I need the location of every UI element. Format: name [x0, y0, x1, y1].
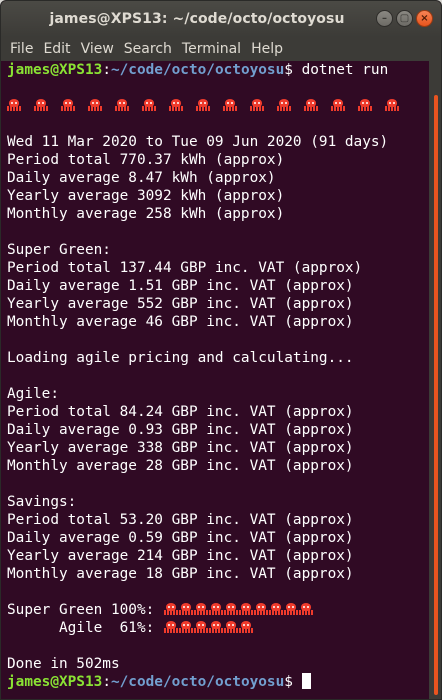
- octopus-icon: [269, 603, 283, 615]
- super-green-heading: Super Green:: [7, 242, 111, 258]
- prompt-line: james@XPS13:~/code/octo/octoyosu$: [1, 673, 429, 691]
- agile-line: Yearly average 338 GBP inc. VAT (approx): [7, 440, 354, 456]
- octopus-icon: [179, 621, 193, 633]
- prompt-symbol: $: [284, 62, 293, 78]
- scrollbar[interactable]: [429, 61, 441, 699]
- octopus-icon: [304, 99, 318, 111]
- octopus-icon: [209, 603, 223, 615]
- octopus-icon: [239, 603, 253, 615]
- super-green-line: Monthly average 46 GBP inc. VAT (approx): [7, 314, 354, 330]
- octopus-icon: [164, 603, 178, 615]
- comparison-super-green: Super Green 100%:: [1, 601, 429, 619]
- octopus-icon: [385, 99, 399, 111]
- super-green-line: Period total 137.44 GBP inc. VAT (approx…: [7, 260, 363, 276]
- menu-search[interactable]: Search: [119, 41, 177, 57]
- prompt-symbol: $: [284, 674, 293, 690]
- prompt-user: james@XPS13: [7, 674, 103, 690]
- octopus-icon: [169, 99, 183, 111]
- menu-edit[interactable]: Edit: [38, 41, 75, 57]
- agile-heading: Agile:: [7, 386, 59, 402]
- comparison-label: Super Green 100%:: [7, 602, 155, 618]
- menu-terminal[interactable]: Terminal: [177, 41, 246, 57]
- super-green-line: Yearly average 552 GBP inc. VAT (approx): [7, 296, 354, 312]
- usage-line: Yearly average 3092 kWh (approx): [7, 188, 285, 204]
- scrollbar-thumb[interactable]: [434, 95, 438, 695]
- octopus-icon: [224, 621, 238, 633]
- terminal-window: james@XPS13: ~/code/octo/octoyosu – ▢ × …: [0, 0, 442, 700]
- menu-view[interactable]: View: [76, 41, 119, 57]
- octopus-icon: [194, 621, 208, 633]
- prompt-line: james@XPS13:~/code/octo/octoyosu$ dotnet…: [1, 61, 429, 79]
- octopus-icon: [284, 603, 298, 615]
- terminal-output[interactable]: james@XPS13:~/code/octo/octoyosu$ dotnet…: [1, 61, 429, 699]
- octopus-icon: [7, 99, 21, 111]
- octopus-icon: [254, 603, 268, 615]
- prompt-colon: :: [102, 62, 111, 78]
- octopus-icon: [179, 603, 193, 615]
- octopus-icon: [194, 603, 208, 615]
- title-bar[interactable]: james@XPS13: ~/code/octo/octoyosu – ▢ ×: [1, 1, 441, 37]
- octopus-icon: [299, 603, 313, 615]
- octopus-icon: [115, 99, 129, 111]
- savings-line: Yearly average 214 GBP inc. VAT (approx): [7, 548, 354, 564]
- menu-help[interactable]: Help: [246, 41, 288, 57]
- prompt-user: james@XPS13: [7, 62, 103, 78]
- octopus-icon: [277, 99, 291, 111]
- agile-line: Monthly average 28 GBP inc. VAT (approx): [7, 458, 354, 474]
- agile-line: Daily average 0.93 GBP inc. VAT (approx): [7, 422, 354, 438]
- savings-line: Monthly average 18 GBP inc. VAT (approx): [7, 566, 354, 582]
- command-text: dotnet run: [292, 62, 389, 78]
- prompt-path: ~/code/octo/octoyosu: [110, 62, 285, 78]
- savings-line: Period total 53.20 GBP inc. VAT (approx): [7, 512, 354, 528]
- usage-line: Daily average 8.47 kWh (approx): [7, 170, 276, 186]
- octopus-banner: [1, 97, 429, 115]
- octopus-icon: [224, 603, 238, 615]
- octopus-icon: [164, 621, 178, 633]
- octopus-icon: [358, 99, 372, 111]
- menu-bar: File Edit View Search Terminal Help: [1, 37, 441, 61]
- done-line: Done in 502ms: [7, 656, 120, 672]
- comparison-agile: Agile 61%:: [1, 619, 429, 637]
- usage-line: Period total 770.37 kWh (approx): [7, 152, 285, 168]
- octopus-icon: [61, 99, 75, 111]
- octopus-icon: [88, 99, 102, 111]
- prompt-colon: :: [102, 674, 111, 690]
- octopus-icon: [223, 99, 237, 111]
- minimize-button[interactable]: –: [376, 10, 393, 27]
- octopus-icon: [239, 621, 253, 633]
- usage-line: Monthly average 258 kWh (approx): [7, 206, 285, 222]
- octopus-icon: [196, 99, 210, 111]
- octopus-icon: [331, 99, 345, 111]
- octopus-icon: [209, 621, 223, 633]
- octopus-icon: [142, 99, 156, 111]
- octopus-icon: [250, 99, 264, 111]
- octopus-icon: [34, 99, 48, 111]
- date-range: Wed 11 Mar 2020 to Tue 09 Jun 2020 (91 d…: [7, 134, 389, 150]
- close-button[interactable]: ×: [416, 10, 433, 27]
- savings-line: Daily average 0.59 GBP inc. VAT (approx): [7, 530, 354, 546]
- prompt-path: ~/code/octo/octoyosu: [110, 674, 285, 690]
- super-green-line: Daily average 1.51 GBP inc. VAT (approx): [7, 278, 354, 294]
- window-title: james@XPS13: ~/code/octo/octoyosu: [49, 11, 345, 27]
- text-cursor: [301, 673, 311, 689]
- savings-heading: Savings:: [7, 494, 77, 510]
- maximize-button[interactable]: ▢: [396, 10, 413, 27]
- comparison-bar: [164, 620, 254, 636]
- menu-file[interactable]: File: [5, 41, 38, 57]
- comparison-bar: [164, 602, 314, 618]
- loading-line: Loading agile pricing and calculating...: [7, 350, 354, 366]
- agile-line: Period total 84.24 GBP inc. VAT (approx): [7, 404, 354, 420]
- comparison-label: Agile 61%:: [7, 620, 155, 636]
- window-controls: – ▢ ×: [376, 10, 433, 27]
